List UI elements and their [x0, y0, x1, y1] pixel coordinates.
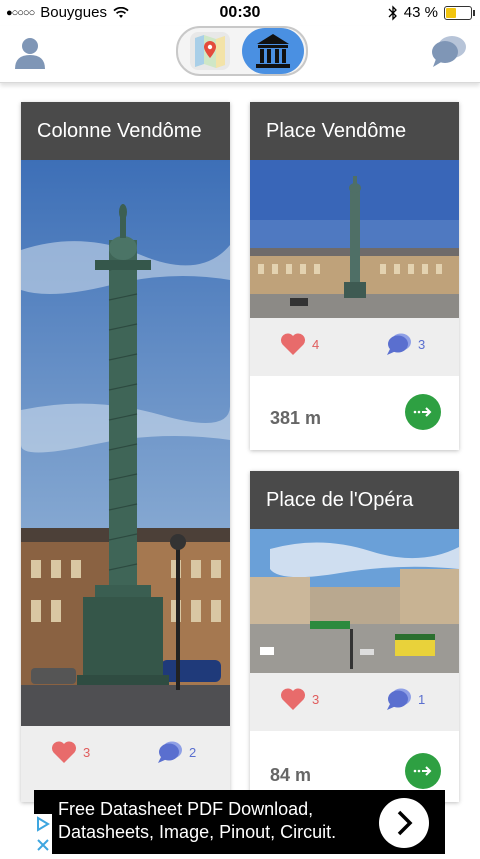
ad-choices-badge[interactable] [34, 814, 52, 854]
heart-icon [280, 688, 306, 710]
distance-label: 84 m [270, 765, 312, 785]
adchoices-icon [37, 816, 50, 851]
view-toggle [176, 26, 308, 76]
monument-card-place-de-lopera[interactable]: Place de l'Opéra 3 1 84 m [250, 471, 459, 802]
like-counter[interactable]: 3 [280, 687, 319, 711]
square-photo [250, 160, 459, 318]
top-navigation [0, 26, 480, 83]
comment-counter[interactable]: 1 [386, 687, 425, 711]
status-bar: ●○○○○ Bouygues 00:30 43 % [0, 0, 480, 26]
card-title: Place Vendôme [250, 102, 459, 160]
opera-photo [250, 529, 459, 673]
go-directions-button[interactable] [405, 753, 441, 789]
arrow-right-icon [413, 766, 432, 776]
map-view-button[interactable] [190, 32, 230, 70]
arrow-right-icon [413, 407, 432, 417]
comment-count: 3 [418, 336, 426, 352]
card-stats: 4 3 [250, 318, 459, 376]
go-directions-button[interactable] [405, 394, 441, 430]
heart-icon [51, 741, 77, 763]
monument-card-place-vendome[interactable]: Place Vendôme 4 3 381 m [250, 102, 459, 450]
ad-text: Free Datasheet PDF Download, Datasheets,… [58, 798, 336, 844]
distance-label: 381 m [270, 408, 322, 428]
comment-counter[interactable]: 3 [386, 332, 425, 356]
ad-banner[interactable]: Free Datasheet PDF Download, Datasheets,… [34, 790, 445, 854]
ad-line-1: Free Datasheet PDF Download, [58, 799, 314, 819]
comment-count: 1 [418, 691, 426, 707]
monument-card-colonne-vendome[interactable]: Colonne Vendôme 3 2 [21, 102, 230, 802]
like-counter[interactable]: 4 [280, 332, 319, 356]
monuments-view-button[interactable] [242, 28, 304, 74]
comment-count: 2 [189, 744, 197, 760]
comment-counter[interactable]: 2 [157, 740, 196, 764]
card-stats: 3 1 [250, 673, 459, 731]
comment-icon [387, 333, 411, 355]
like-count: 3 [312, 691, 320, 707]
profile-button[interactable] [12, 34, 48, 75]
status-right: 43 % [388, 4, 475, 21]
like-count: 3 [83, 744, 91, 760]
comment-icon [158, 741, 182, 763]
card-title: Colonne Vendôme [21, 102, 230, 160]
messages-button[interactable] [430, 34, 468, 75]
like-counter[interactable]: 3 [51, 740, 90, 764]
ad-open-button[interactable] [379, 798, 429, 848]
battery-icon [444, 5, 475, 20]
user-icon [15, 38, 45, 69]
like-count: 4 [312, 336, 320, 352]
bluetooth-icon [388, 4, 397, 21]
chat-bubbles-icon [432, 36, 466, 67]
battery-percent: 43 % [403, 4, 438, 21]
comment-icon [387, 688, 411, 710]
monument-icon [256, 34, 290, 68]
chevron-right-icon [397, 810, 413, 836]
heart-icon [280, 333, 306, 355]
map-icon [195, 35, 225, 68]
column-photo [21, 160, 230, 726]
ad-line-2: Datasheets, Image, Pinout, Circuit. [58, 822, 337, 842]
card-title: Place de l'Opéra [250, 471, 459, 529]
